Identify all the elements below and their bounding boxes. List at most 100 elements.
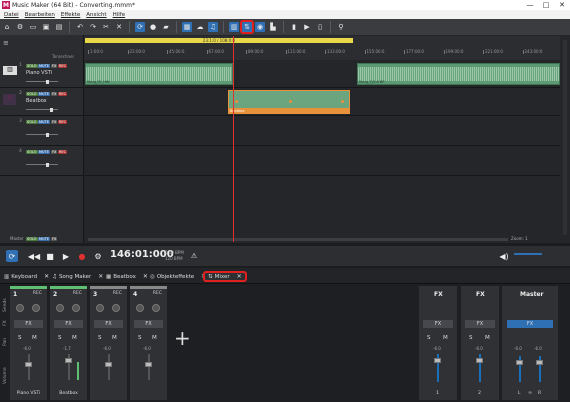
- fx-button[interactable]: FX: [51, 237, 58, 241]
- fx-button[interactable]: FX: [51, 120, 58, 124]
- rec-button[interactable]: REC: [73, 291, 82, 296]
- rec-button[interactable]: REC: [153, 291, 162, 296]
- close-tab-icon[interactable]: ✕: [44, 273, 49, 280]
- rec-button[interactable]: REC: [58, 92, 68, 96]
- fader-handle[interactable]: [536, 360, 543, 365]
- menu-hilfe[interactable]: Hilfe: [113, 12, 126, 18]
- solo-button[interactable]: S: [98, 335, 102, 341]
- levels-icon[interactable]: ▮: [289, 22, 299, 32]
- solo-button[interactable]: SOLO: [26, 120, 38, 124]
- fx-button[interactable]: FX: [51, 92, 58, 96]
- undo-icon[interactable]: ↶: [75, 22, 85, 32]
- store-icon[interactable]: ▦: [182, 22, 192, 32]
- send-knob[interactable]: [56, 304, 64, 312]
- track-volume-slider[interactable]: [26, 79, 58, 84]
- audio-clip[interactable]: Song_5(3.6 BP: [357, 63, 560, 85]
- menu-bearbeiten[interactable]: Bearbeiten: [25, 12, 55, 18]
- solo-button[interactable]: S: [427, 335, 431, 341]
- track-header-3[interactable]: 3 SOLO MUTE FX REC: [0, 116, 84, 146]
- send-knob[interactable]: [152, 304, 160, 312]
- master-fx-button[interactable]: FX: [507, 320, 553, 328]
- solo-button[interactable]: S: [469, 335, 473, 341]
- close-tab-icon[interactable]: ✕: [98, 273, 103, 280]
- fx-button[interactable]: FX: [54, 320, 83, 328]
- record-icon[interactable]: ●: [76, 250, 88, 262]
- hamburger-icon[interactable]: ≡: [3, 39, 9, 47]
- maximize-button[interactable]: □: [538, 0, 554, 10]
- track-lane-3[interactable]: [85, 116, 560, 146]
- fader-handle[interactable]: [516, 360, 523, 365]
- fx-button[interactable]: FX: [51, 150, 58, 154]
- menu-datei[interactable]: Datei: [4, 12, 19, 18]
- send-knob[interactable]: [136, 304, 144, 312]
- mute-button[interactable]: M: [485, 335, 490, 341]
- track-header-2[interactable]: ⁘ 2 SOLO MUTE FX REC Beatbox: [0, 88, 84, 116]
- loop-range[interactable]: 23:1:0 / 108:0:0: [85, 38, 353, 43]
- track-lane-1[interactable]: Song_Of_Hitt Song_5(3.6 BP: [85, 60, 560, 88]
- settings-icon[interactable]: ⚙: [92, 250, 104, 262]
- mute-button[interactable]: MUTE: [38, 64, 50, 68]
- mute-button[interactable]: M: [112, 335, 117, 341]
- folder-open-icon[interactable]: ▰: [161, 22, 171, 32]
- volume-fader[interactable]: [108, 354, 110, 380]
- fx-button[interactable]: FX: [134, 320, 163, 328]
- send-knob[interactable]: [72, 304, 80, 312]
- mute-button[interactable]: M: [72, 335, 77, 341]
- mute-button[interactable]: M: [443, 335, 448, 341]
- solo-button[interactable]: S: [18, 335, 22, 341]
- loop-icon[interactable]: ⟳: [135, 22, 145, 32]
- tab-song-maker[interactable]: ♫ Song Maker ✕: [52, 271, 103, 282]
- playhead[interactable]: [233, 36, 234, 242]
- fader-handle[interactable]: [476, 358, 483, 363]
- solo-button[interactable]: SOLO: [26, 150, 38, 154]
- keyboard-icon[interactable]: ◉: [255, 22, 265, 32]
- track-lane-4[interactable]: [85, 146, 560, 176]
- text-icon[interactable]: ▙: [268, 22, 278, 32]
- metronome-icon[interactable]: ⚠: [188, 250, 200, 262]
- fader-handle[interactable]: [25, 362, 32, 367]
- beatbox-clip[interactable]: Beatbox: [228, 90, 350, 114]
- home-icon[interactable]: ⌂: [2, 22, 12, 32]
- track-volume-slider[interactable]: [26, 107, 58, 112]
- stop-icon[interactable]: ■: [44, 250, 56, 262]
- solo-button[interactable]: SOLO: [26, 64, 38, 68]
- fx-button[interactable]: FX: [465, 320, 495, 328]
- vertical-scrollbar[interactable]: [563, 40, 567, 235]
- rec-button[interactable]: REC: [58, 64, 68, 68]
- menu-ansicht[interactable]: Ansicht: [86, 12, 106, 18]
- close-tab-icon[interactable]: ✕: [143, 273, 148, 280]
- horizontal-scrollbar[interactable]: [88, 238, 508, 241]
- burn-icon[interactable]: ●: [148, 22, 158, 32]
- rec-button[interactable]: REC: [113, 291, 122, 296]
- tab-objekteffekte[interactable]: ◎Objekteffekte✕: [150, 271, 206, 282]
- add-channel-icon[interactable]: +: [174, 328, 191, 348]
- rec-button[interactable]: REC: [58, 120, 68, 124]
- fader-handle[interactable]: [434, 358, 441, 363]
- cut-icon[interactable]: ✂: [101, 22, 111, 32]
- mute-button[interactable]: MUTE: [38, 92, 50, 96]
- volume-fader[interactable]: [148, 354, 150, 380]
- rec-button[interactable]: REC: [58, 150, 68, 154]
- minimize-button[interactable]: —: [522, 0, 538, 10]
- send-knob[interactable]: [112, 304, 120, 312]
- fx-button[interactable]: FX: [51, 64, 58, 68]
- track-header-1[interactable]: ▥ 1 SOLO MUTE FX REC Piano VSTi: [0, 60, 84, 88]
- video-icon[interactable]: ▶: [302, 22, 312, 32]
- track-header-4[interactable]: 4 SOLO MUTE FX REC: [0, 146, 84, 176]
- save-icon[interactable]: ▣: [41, 22, 51, 32]
- film-icon[interactable]: ▯: [315, 22, 325, 32]
- mute-button[interactable]: M: [32, 335, 37, 341]
- tab-beatbox[interactable]: ▦ Beatbox ✕: [106, 271, 148, 282]
- close-tab-icon[interactable]: ✕: [237, 273, 242, 280]
- track-volume-slider[interactable]: [26, 162, 58, 167]
- delete-icon[interactable]: ✕: [114, 22, 124, 32]
- send-knob[interactable]: [32, 304, 40, 312]
- loop-toggle-icon[interactable]: ⟳: [6, 250, 18, 262]
- send-knob[interactable]: [16, 304, 24, 312]
- tab-mixer[interactable]: ⇅ Mixer ✕: [203, 271, 247, 282]
- play-icon[interactable]: ▶: [60, 250, 72, 262]
- master-volume-slider[interactable]: [514, 253, 542, 255]
- fader-handle[interactable]: [145, 362, 152, 367]
- link-icon[interactable]: ∞: [528, 390, 532, 396]
- fader-handle[interactable]: [65, 358, 72, 363]
